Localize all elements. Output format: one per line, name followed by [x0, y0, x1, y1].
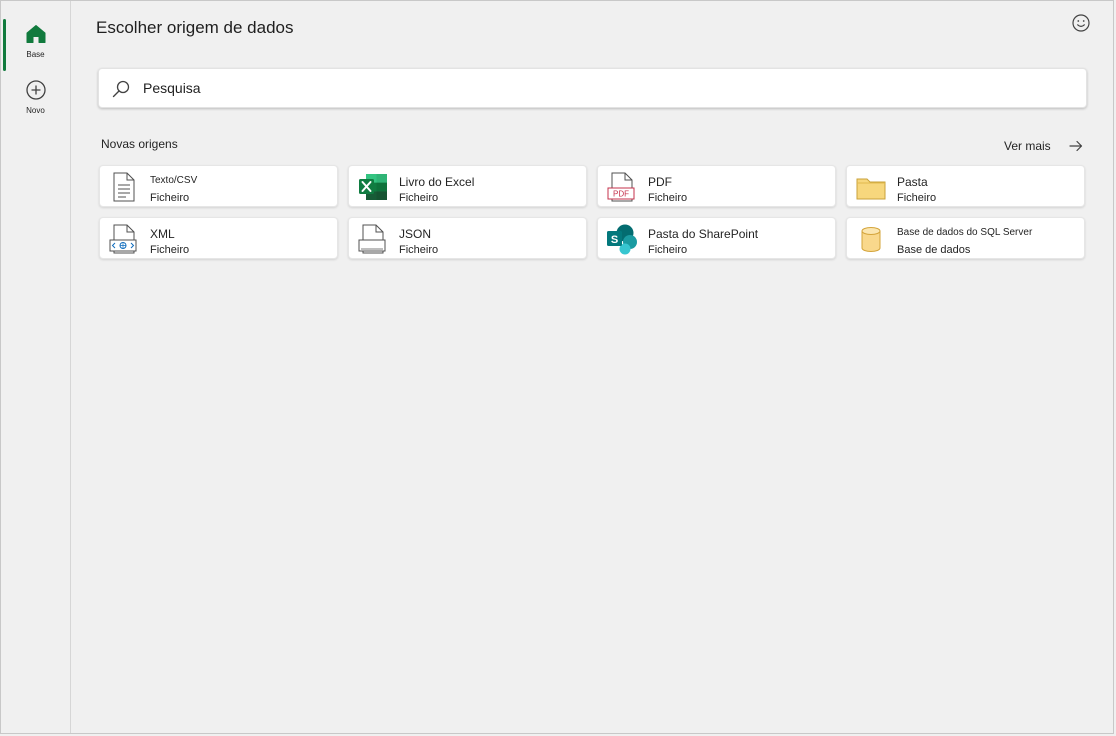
left-nav-rail: Base Novo — [1, 1, 71, 733]
card-name: Base de dados do SQL Server — [897, 227, 1033, 238]
see-more-link[interactable]: Ver mais — [1004, 139, 1083, 153]
arrow-right-icon — [1069, 140, 1082, 152]
card-name: PDF — [648, 175, 672, 189]
card-name: Pasta do SharePoint — [648, 227, 759, 241]
card-type: Ficheiro — [150, 192, 190, 204]
card-type: Ficheiro — [648, 244, 688, 256]
source-card-pasta[interactable]: Pasta Ficheiro — [846, 165, 1085, 207]
card-type: Ficheiro — [648, 192, 688, 204]
source-card-json[interactable]: JSON Ficheiro — [348, 217, 587, 259]
card-type: Base de dados — [897, 244, 971, 256]
nav-item-label: Base — [26, 50, 45, 59]
sharepoint-icon: S — [607, 224, 637, 255]
see-more-label: Ver mais — [1004, 139, 1051, 153]
card-name: JSON — [399, 227, 432, 241]
page-title: Escolher origem de dados — [96, 18, 294, 37]
pdf-icon: PDF — [607, 172, 635, 202]
nav-item-base[interactable]: Base — [1, 19, 70, 73]
json-file-icon — [358, 224, 386, 254]
home-icon — [26, 25, 45, 43]
svg-text:S: S — [611, 234, 618, 246]
nav-item-novo[interactable]: Novo — [1, 79, 70, 129]
card-type: Ficheiro — [897, 192, 937, 204]
xml-file-icon — [109, 224, 137, 254]
section-label: Novas origens — [101, 137, 178, 151]
source-card-sharepoint[interactable]: S Pasta do SharePoint Ficheiro — [597, 217, 836, 259]
text-file-icon — [113, 172, 135, 202]
search-input[interactable] — [143, 77, 1063, 99]
source-card-texto-csv[interactable]: Texto/CSV Ficheiro — [99, 165, 338, 207]
svg-text:PDF: PDF — [613, 190, 629, 199]
card-name: Livro do Excel — [399, 175, 475, 189]
smiley-icon[interactable] — [1071, 13, 1091, 33]
excel-icon — [359, 174, 387, 200]
card-type: Ficheiro — [399, 192, 439, 204]
nav-item-label: Novo — [26, 106, 45, 115]
source-card-excel[interactable]: Livro do Excel Ficheiro — [348, 165, 587, 207]
source-card-xml[interactable]: XML Ficheiro — [99, 217, 338, 259]
app-window: Base Novo Escolher origem de dados Novas… — [0, 0, 1114, 734]
search-icon — [112, 80, 130, 98]
card-type: Ficheiro — [150, 244, 190, 256]
search-box[interactable] — [98, 68, 1087, 108]
card-name: XML — [150, 227, 175, 241]
folder-icon — [856, 178, 886, 200]
source-card-pdf[interactable]: PDF PDF Ficheiro — [597, 165, 836, 207]
card-type: Ficheiro — [399, 244, 439, 256]
database-icon — [861, 227, 881, 252]
add-circle-icon — [25, 80, 46, 100]
card-name: Texto/CSV — [150, 175, 198, 186]
card-name: Pasta — [897, 175, 928, 189]
source-card-sql-server[interactable]: Base de dados do SQL Server Base de dado… — [846, 217, 1085, 259]
